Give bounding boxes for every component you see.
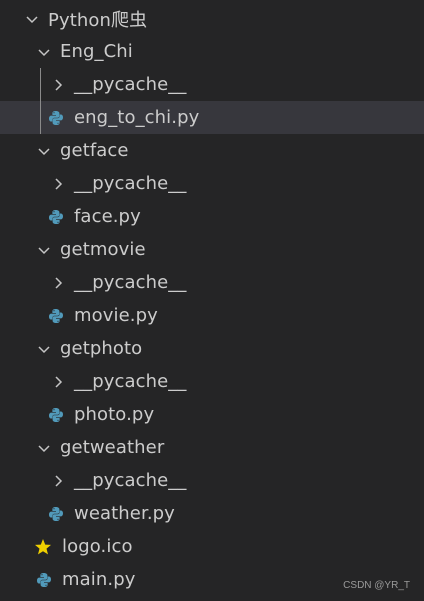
- chevron-down-icon[interactable]: [36, 341, 52, 357]
- folder-label: Python爬虫: [48, 9, 148, 31]
- tree-file-movie[interactable]: movie.py: [0, 299, 424, 332]
- tree-file-eng-to-chi[interactable]: eng_to_chi.py: [0, 101, 424, 134]
- folder-label: __pycache__: [74, 371, 187, 392]
- chevron-down-icon[interactable]: [36, 44, 52, 60]
- tree-folder-getweather[interactable]: getweather: [0, 431, 424, 464]
- chevron-right-icon[interactable]: [50, 374, 66, 390]
- tree-folder-pycache[interactable]: __pycache__: [0, 365, 424, 398]
- folder-label: getphoto: [60, 338, 143, 359]
- folder-label: __pycache__: [74, 74, 187, 95]
- tree-file-logo[interactable]: logo.ico: [0, 530, 424, 563]
- python-file-icon: [48, 308, 64, 324]
- tree-folder-getmovie[interactable]: getmovie: [0, 233, 424, 266]
- python-file-icon: [48, 110, 64, 126]
- folder-label: __pycache__: [74, 470, 187, 491]
- tree-folder-eng-chi[interactable]: Eng_Chi: [0, 35, 424, 68]
- tree-file-face[interactable]: face.py: [0, 200, 424, 233]
- tree-folder-getphoto[interactable]: getphoto: [0, 332, 424, 365]
- tree-folder-pycache[interactable]: __pycache__: [0, 464, 424, 497]
- indent-guide: [40, 68, 41, 101]
- folder-label: getface: [60, 140, 129, 161]
- file-label: logo.ico: [62, 536, 133, 557]
- tree-folder-getface[interactable]: getface: [0, 134, 424, 167]
- file-label: photo.py: [74, 404, 155, 425]
- chevron-right-icon[interactable]: [50, 176, 66, 192]
- python-file-icon: [48, 407, 64, 423]
- tree-folder-root[interactable]: Python爬虫: [0, 2, 424, 35]
- tree-file-photo[interactable]: photo.py: [0, 398, 424, 431]
- chevron-right-icon[interactable]: [50, 275, 66, 291]
- file-label: weather.py: [74, 503, 175, 524]
- folder-label: getmovie: [60, 239, 146, 260]
- chevron-right-icon[interactable]: [50, 77, 66, 93]
- indent-guide: [40, 101, 41, 134]
- chevron-down-icon[interactable]: [36, 143, 52, 159]
- chevron-right-icon[interactable]: [50, 473, 66, 489]
- file-label: main.py: [62, 569, 136, 590]
- file-label: face.py: [74, 206, 141, 227]
- file-label: movie.py: [74, 305, 158, 326]
- tree-folder-pycache[interactable]: __pycache__: [0, 167, 424, 200]
- chevron-down-icon[interactable]: [36, 242, 52, 258]
- folder-label: Eng_Chi: [60, 41, 133, 62]
- tree-folder-pycache[interactable]: __pycache__: [0, 68, 424, 101]
- tree-folder-pycache[interactable]: __pycache__: [0, 266, 424, 299]
- folder-label: __pycache__: [74, 272, 187, 293]
- file-explorer-tree: Python爬虫 Eng_Chi __pycache__ eng_to_chi.…: [0, 2, 424, 596]
- watermark: CSDN @YR_T: [343, 580, 410, 591]
- file-label: eng_to_chi.py: [74, 107, 200, 128]
- folder-label: getweather: [60, 437, 165, 458]
- tree-file-weather[interactable]: weather.py: [0, 497, 424, 530]
- chevron-down-icon[interactable]: [36, 440, 52, 456]
- folder-label: __pycache__: [74, 173, 187, 194]
- star-icon: [34, 538, 52, 556]
- python-file-icon: [36, 572, 52, 588]
- chevron-down-icon[interactable]: [24, 11, 40, 27]
- python-file-icon: [48, 506, 64, 522]
- python-file-icon: [48, 209, 64, 225]
